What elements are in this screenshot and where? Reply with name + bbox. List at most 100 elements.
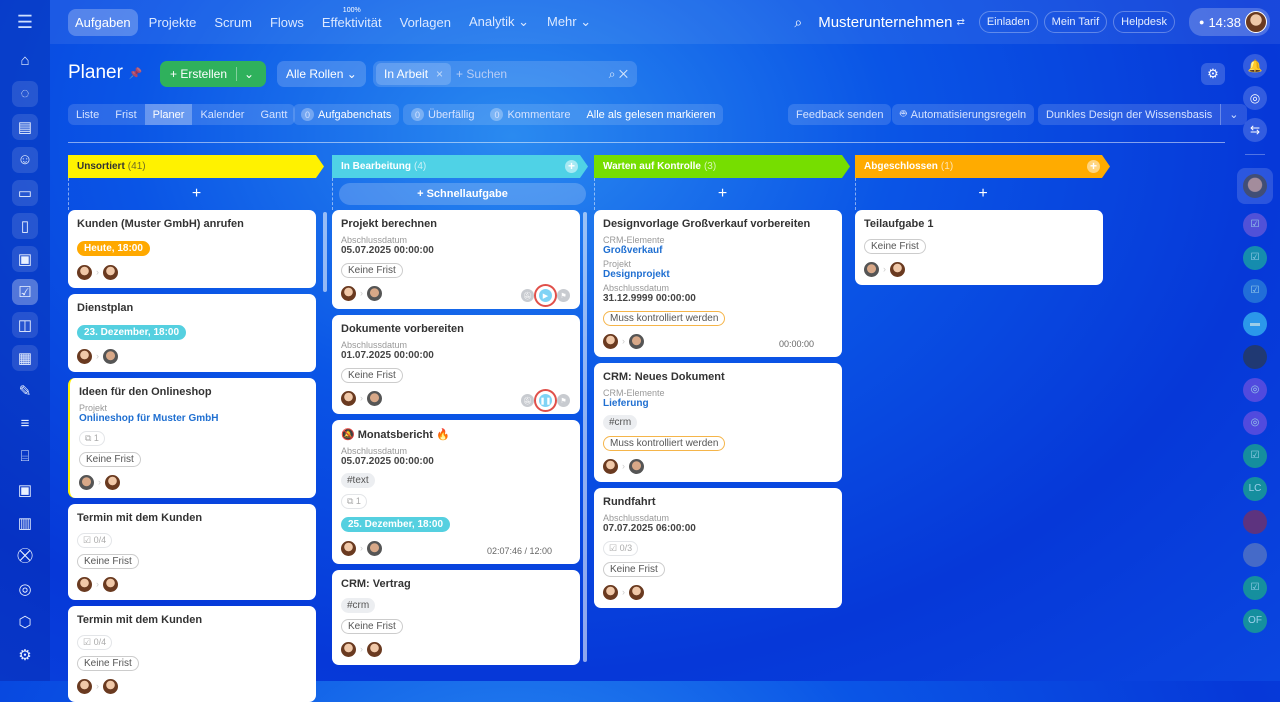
creator-avatar[interactable]: [603, 584, 618, 600]
scrollbar[interactable]: [323, 212, 327, 292]
task-card[interactable]: Teilaufgabe 1 Keine Frist ›: [855, 210, 1103, 285]
analytics-icon[interactable]: ▥: [12, 510, 38, 536]
task-chat-icon[interactable]: ☑: [1243, 212, 1267, 237]
task-chat-icon[interactable]: ☑: [1243, 575, 1267, 600]
task-chat-icon[interactable]: ☑: [1243, 443, 1267, 468]
package-icon[interactable]: ⬡: [12, 609, 38, 635]
create-button[interactable]: + Erstellen ⌄: [160, 61, 266, 87]
field-link[interactable]: Lieferung: [603, 398, 833, 409]
nav-item[interactable]: Projekte: [142, 9, 204, 36]
search-icon[interactable]: ⌕ ✕: [609, 67, 628, 82]
responsible-avatar[interactable]: [367, 641, 382, 657]
company-name[interactable]: Musterunternehmen: [818, 14, 952, 31]
view-tab-gantt[interactable]: Gantt: [252, 104, 295, 125]
pause-icon[interactable]: ❚❚: [534, 389, 557, 412]
settings-gear-icon[interactable]: ⚙: [1201, 63, 1225, 85]
task-card[interactable]: 🔕 Monatsbericht 🔥 Abschlussdatum 05.07.202…: [332, 420, 580, 564]
column-header[interactable]: Warten auf Kontrolle (3): [594, 155, 850, 178]
task-card[interactable]: Rundfahrt Abschlussdatum 07.07.2025 06:00:…: [594, 488, 842, 608]
view-tab-planer[interactable]: Planer: [144, 104, 193, 125]
creator-avatar[interactable]: [77, 348, 92, 364]
group-initials[interactable]: OF: [1243, 608, 1267, 633]
creator-avatar[interactable]: [603, 333, 618, 349]
copilot-icon[interactable]: ◎: [1243, 86, 1267, 110]
responsible-avatar[interactable]: [367, 540, 382, 556]
nav-item[interactable]: Aufgaben: [68, 8, 138, 36]
creator-avatar[interactable]: [77, 576, 92, 592]
creator-avatar[interactable]: [341, 390, 356, 406]
field-link[interactable]: Onlineshop für Muster GmbH: [79, 413, 307, 424]
invite-button[interactable]: Einladen: [978, 11, 1038, 33]
task-title[interactable]: Dienstplan: [77, 302, 307, 314]
group-initials[interactable]: LC: [1243, 476, 1267, 501]
flag-icon[interactable]: ⚑: [557, 394, 570, 407]
no-deadline-badge[interactable]: Keine Frist: [77, 554, 139, 569]
nav-item[interactable]: Scrum: [207, 9, 259, 36]
task-title[interactable]: Dokumente vorbereiten: [341, 323, 571, 335]
field-link[interactable]: Designprojekt: [603, 269, 833, 280]
target-icon[interactable]: ◎: [12, 576, 38, 602]
deadline-badge[interactable]: Heute, 18:00: [77, 241, 150, 256]
board-icon[interactable]: ▣: [12, 245, 38, 272]
flag-icon[interactable]: ⚑: [557, 289, 570, 302]
task-card[interactable]: Designvorlage Großverkauf vorbereiten CRM…: [594, 210, 842, 357]
task-card[interactable]: Projekt berechnen Abschlussdatum 05.07.202…: [332, 210, 580, 309]
document-icon[interactable]: ▯: [12, 212, 38, 239]
messenger-icon[interactable]: ⇆: [1243, 118, 1267, 142]
responsible-avatar[interactable]: [367, 390, 382, 406]
no-deadline-badge[interactable]: Keine Frist: [341, 368, 403, 383]
creator-avatar[interactable]: [341, 540, 356, 556]
responsible-avatar[interactable]: [103, 576, 118, 592]
no-deadline-badge[interactable]: Keine Frist: [77, 656, 139, 671]
search-input[interactable]: [456, 67, 597, 81]
responsible-avatar[interactable]: [105, 474, 120, 490]
store-icon[interactable]: ⌸: [12, 444, 38, 470]
play-icon[interactable]: ▶: [534, 284, 557, 307]
nav-item[interactable]: Mehr ⌄: [540, 8, 598, 36]
tariff-button[interactable]: Mein Tarif: [1043, 11, 1108, 33]
task-title[interactable]: Kunden (Muster GmbH) anrufen: [77, 218, 307, 230]
task-title[interactable]: Designvorlage Großverkauf vorbereiten: [603, 218, 833, 230]
search-bar[interactable]: In Arbeit × ⌕ ✕: [373, 61, 637, 87]
pin-icon[interactable]: 📌: [129, 67, 143, 80]
drive-icon[interactable]: ▭: [12, 179, 38, 206]
search-icon[interactable]: ⌕: [794, 14, 802, 31]
task-title[interactable]: 🔕 Monatsbericht 🔥: [341, 428, 571, 441]
filter-chip[interactable]: In Arbeit ×: [376, 63, 452, 85]
task-title[interactable]: Teilaufgabe 1: [864, 218, 1094, 230]
task-card[interactable]: Kunden (Muster GmbH) anrufen Heute, 18:00…: [68, 210, 316, 288]
design-dropdown[interactable]: Dunkles Design der Wissensbasis ⌄: [1038, 104, 1247, 125]
nav-item[interactable]: Vorlagen: [393, 9, 458, 36]
responsible-avatar[interactable]: [890, 261, 905, 277]
contacts-icon[interactable]: ☺: [12, 146, 38, 173]
task-title[interactable]: CRM: Neues Dokument: [603, 371, 833, 383]
responsible-avatar[interactable]: [103, 348, 118, 364]
column-header[interactable]: Abgeschlossen (1) +: [855, 155, 1110, 178]
field-link[interactable]: Großverkauf: [603, 245, 833, 256]
task-title[interactable]: CRM: Vertrag: [341, 578, 571, 590]
task-card[interactable]: Ideen für den Onlineshop Projekt Onlinesho…: [68, 378, 316, 498]
sign-icon[interactable]: ✎: [12, 378, 38, 404]
bell-icon[interactable]: 🔔: [1243, 54, 1267, 78]
avatar[interactable]: [1237, 167, 1273, 204]
filter-icon[interactable]: ≡: [12, 411, 38, 437]
remove-chip-icon[interactable]: ×: [436, 67, 443, 81]
tasks-icon[interactable]: ☑: [12, 278, 38, 305]
worktime-button[interactable]: ● 14:38: [1189, 8, 1270, 36]
nav-item[interactable]: Flows: [263, 9, 311, 36]
view-tab-frist[interactable]: Frist: [107, 104, 144, 125]
responsible-avatar[interactable]: [367, 285, 382, 301]
task-card[interactable]: Termin mit dem Kunden ☑ 0/4 Keine Frist ›: [68, 504, 316, 600]
no-deadline-badge[interactable]: Keine Frist: [864, 239, 926, 254]
comments-filter[interactable]: 0 Kommentare: [482, 104, 578, 125]
home-icon[interactable]: ⌂: [12, 48, 38, 74]
no-deadline-badge[interactable]: Keine Frist: [341, 263, 403, 278]
avatar[interactable]: [1243, 344, 1267, 369]
no-deadline-badge[interactable]: Keine Frist: [79, 452, 141, 467]
add-task-button[interactable]: +: [594, 178, 850, 210]
copilot-icon[interactable]: ◎: [1243, 410, 1267, 435]
tag[interactable]: #crm: [603, 415, 638, 430]
task-chats-button[interactable]: 0 Aufgabenchats: [293, 104, 400, 125]
creator-avatar[interactable]: [79, 474, 94, 490]
add-task-button[interactable]: +: [68, 178, 324, 210]
